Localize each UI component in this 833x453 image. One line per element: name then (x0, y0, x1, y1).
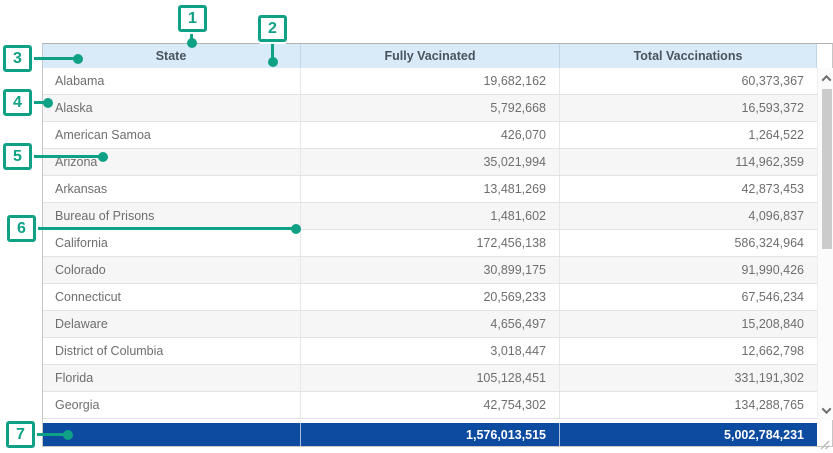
table-row[interactable]: American Samoa426,0701,264,522 (42, 122, 817, 149)
fully-vaccinated-cell: 30,899,175 (301, 257, 560, 283)
callout-6-dot (291, 224, 301, 234)
table-row[interactable]: Alaska5,792,66816,593,372 (42, 95, 817, 122)
total-vaccinations-cell: 60,373,367 (560, 68, 817, 94)
state-cell: Alaska (42, 95, 301, 121)
fully-vaccinated-cell: 3,018,447 (301, 338, 560, 364)
table-row[interactable]: Florida105,128,451331,191,302 (42, 365, 817, 392)
state-cell: Alabama (42, 68, 301, 94)
table-row[interactable]: Bureau of Prisons1,481,6024,096,837 (42, 203, 817, 230)
screenshot-canvas: State Fully Vacinated Total Vaccinations… (0, 0, 833, 453)
fully-vaccinated-cell: 426,070 (301, 122, 560, 148)
chevron-up-icon (821, 74, 831, 84)
table-row[interactable]: Arkansas13,481,26942,873,453 (42, 176, 817, 203)
total-vaccinations-cell: 42,873,453 (560, 176, 817, 202)
state-cell: Arkansas (42, 176, 301, 202)
total-vaccinations-cell: 12,662,798 (560, 338, 817, 364)
table-row[interactable]: Connecticut20,569,23367,546,234 (42, 284, 817, 311)
callout-6-connector (37, 227, 293, 230)
header-total-vaccinations[interactable]: Total Vaccinations (560, 43, 817, 68)
callout-6-badge: 6 (7, 215, 36, 242)
callout-5-badge: 5 (3, 143, 32, 170)
state-cell: California (42, 230, 301, 256)
callout-2-dot (268, 57, 278, 67)
table-row[interactable]: Alabama19,682,16260,373,367 (42, 68, 817, 95)
header-scrollbar-spacer (817, 43, 833, 68)
table-body: Alabama19,682,16260,373,367Alaska5,792,6… (42, 68, 817, 419)
state-cell: District of Columbia (42, 338, 301, 364)
total-vaccinations-cell: 15,208,840 (560, 311, 817, 337)
header-fully-vaccinated[interactable]: Fully Vacinated (301, 43, 560, 68)
state-cell: American Samoa (42, 122, 301, 148)
fully-vaccinated-cell: 105,128,451 (301, 365, 560, 391)
state-cell: Connecticut (42, 284, 301, 310)
callout-5-dot (98, 152, 108, 162)
fully-vaccinated-cell: 19,682,162 (301, 68, 560, 94)
callout-2-badge: 2 (258, 15, 287, 42)
scroll-down-button[interactable] (818, 402, 833, 418)
total-vaccinations-cell: 114,962,359 (560, 149, 817, 175)
callout-4-badge: 4 (3, 89, 32, 116)
table-header-row: State Fully Vacinated Total Vaccinations (42, 43, 833, 68)
vertical-scrollbar[interactable] (817, 68, 833, 420)
fully-vaccinated-cell: 172,456,138 (301, 230, 560, 256)
callout-1-dot (187, 38, 197, 48)
callout-7-dot (63, 430, 73, 440)
total-vaccinations-cell: 16,593,372 (560, 95, 817, 121)
total-vaccinations-cell: 586,324,964 (560, 230, 817, 256)
summary-total-vaccinations-cell: 5,002,784,231 (560, 423, 817, 447)
state-cell: Arizona (42, 149, 301, 175)
total-vaccinations-cell: 1,264,522 (560, 122, 817, 148)
callout-3-dot (73, 54, 83, 64)
total-vaccinations-cell: 67,546,234 (560, 284, 817, 310)
table-row[interactable]: District of Columbia3,018,44712,662,798 (42, 338, 817, 365)
state-cell: Florida (42, 365, 301, 391)
fully-vaccinated-cell: 1,481,602 (301, 203, 560, 229)
fully-vaccinated-cell: 5,792,668 (301, 95, 560, 121)
resize-grip-icon[interactable] (819, 437, 830, 453)
fully-vaccinated-cell: 20,569,233 (301, 284, 560, 310)
scroll-up-button[interactable] (818, 70, 833, 86)
state-cell: Colorado (42, 257, 301, 283)
callout-7-connector (36, 433, 65, 436)
fully-vaccinated-cell: 35,021,994 (301, 149, 560, 175)
fully-vaccinated-cell: 13,481,269 (301, 176, 560, 202)
table-row[interactable]: Colorado30,899,17591,990,426 (42, 257, 817, 284)
callout-1-badge: 1 (178, 5, 207, 32)
state-cell: Delaware (42, 311, 301, 337)
callout-5-connector (33, 155, 100, 158)
fully-vaccinated-cell: 4,656,497 (301, 311, 560, 337)
summary-fully-vaccinated-cell: 1,576,013,515 (301, 423, 560, 447)
chevron-down-icon (821, 404, 831, 414)
total-vaccinations-cell: 4,096,837 (560, 203, 817, 229)
summary-row: 1,576,013,515 5,002,784,231 (42, 423, 817, 447)
table-row[interactable]: California172,456,138586,324,964 (42, 230, 817, 257)
state-cell: Georgia (42, 392, 301, 418)
fully-vaccinated-cell: 42,754,302 (301, 392, 560, 418)
callout-3-badge: 3 (3, 45, 32, 72)
total-vaccinations-cell: 331,191,302 (560, 365, 817, 391)
callout-3-connector (33, 57, 75, 60)
state-cell: Bureau of Prisons (42, 203, 301, 229)
table-row[interactable]: Delaware4,656,49715,208,840 (42, 311, 817, 338)
summary-state-cell (42, 423, 301, 447)
total-vaccinations-cell: 134,288,765 (560, 392, 817, 418)
table-row[interactable]: Georgia42,754,302134,288,765 (42, 392, 817, 419)
scrollbar-thumb[interactable] (822, 89, 832, 249)
vaccination-table: State Fully Vacinated Total Vaccinations… (42, 43, 833, 447)
callout-4-dot (43, 98, 53, 108)
total-vaccinations-cell: 91,990,426 (560, 257, 817, 283)
callout-7-badge: 7 (6, 421, 35, 448)
table-row[interactable]: Arizona35,021,994114,962,359 (42, 149, 817, 176)
